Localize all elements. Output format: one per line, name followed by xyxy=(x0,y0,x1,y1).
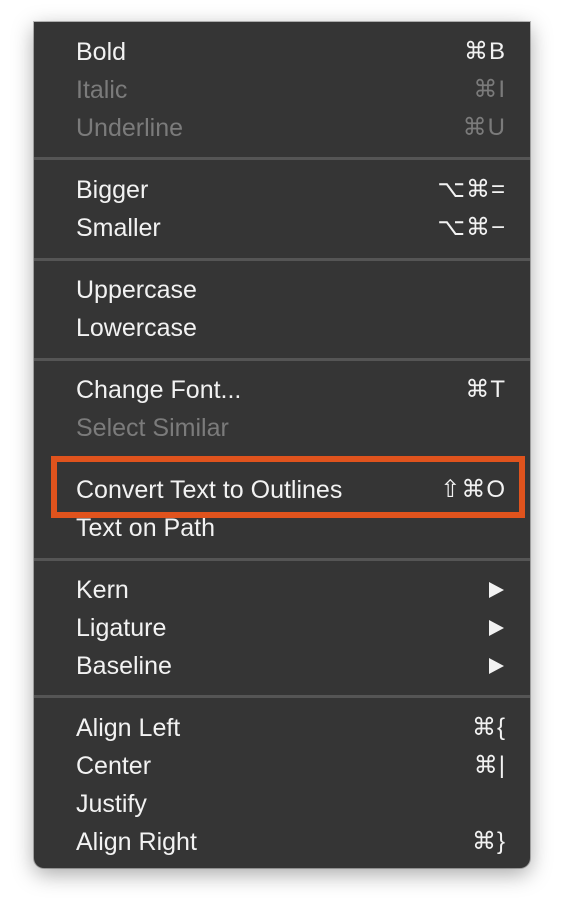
submenu-arrow-icon xyxy=(489,620,504,636)
menu-item-label: Underline xyxy=(76,114,184,142)
menu-item-italic: Italic ⌘I xyxy=(34,71,530,109)
menu-item-label: Italic xyxy=(76,76,128,104)
menu-item-lowercase[interactable]: Lowercase xyxy=(34,309,530,347)
submenu-arrow-icon xyxy=(489,582,504,598)
menu-item-label: Align Right xyxy=(76,828,197,856)
menu-item-shortcut: ⌘I xyxy=(473,76,506,103)
menu-separator xyxy=(34,157,530,160)
menu-item-label: Center xyxy=(76,752,152,780)
menu-item-label: Select Similar xyxy=(76,414,229,442)
menu-item-shortcut: ⌥⌘− xyxy=(437,214,506,241)
menu-item-select-similar: Select Similar xyxy=(34,409,530,447)
menu-item-label: Align Left xyxy=(76,714,181,742)
menu-item-align-left[interactable]: Align Left ⌘{ xyxy=(34,709,530,747)
menu-item-underline: Underline ⌘U xyxy=(34,109,530,147)
menu-item-shortcut: ⌘} xyxy=(471,828,506,855)
menu-separator xyxy=(34,258,530,261)
menu-item-align-right[interactable]: Align Right ⌘} xyxy=(34,823,530,861)
menu-item-justify[interactable]: Justify xyxy=(34,785,530,823)
menu-item-label: Baseline xyxy=(76,652,172,680)
menu-item-shortcut: ⌥⌘= xyxy=(437,176,506,203)
menu-item-shortcut: ⌘| xyxy=(473,752,506,779)
menu-item-shortcut: ⌘U xyxy=(462,114,506,141)
menu-item-label: Smaller xyxy=(76,214,161,242)
menu-item-change-font[interactable]: Change Font... ⌘T xyxy=(34,371,530,409)
format-text-menu: Bold ⌘B Italic ⌘I Underline ⌘U Bigger ⌥⌘… xyxy=(34,22,530,868)
menu-item-smaller[interactable]: Smaller ⌥⌘− xyxy=(34,209,530,247)
menu-item-kern[interactable]: Kern xyxy=(34,571,530,609)
menu-item-ligature[interactable]: Ligature xyxy=(34,609,530,647)
screenshot-stage: Bold ⌘B Italic ⌘I Underline ⌘U Bigger ⌥⌘… xyxy=(0,0,564,912)
menu-separator xyxy=(34,358,530,361)
menu-item-label: Uppercase xyxy=(76,276,197,304)
menu-item-label: Bold xyxy=(76,38,127,66)
menu-item-label: Ligature xyxy=(76,614,167,642)
submenu-arrow-icon xyxy=(489,658,504,674)
menu-item-bigger[interactable]: Bigger ⌥⌘= xyxy=(34,171,530,209)
menu-item-center[interactable]: Center ⌘| xyxy=(34,747,530,785)
menu-item-label: Lowercase xyxy=(76,314,197,342)
menu-item-shortcut: ⌘B xyxy=(463,38,506,65)
menu-item-shortcut: ⌘{ xyxy=(471,714,506,741)
menu-item-label: Change Font... xyxy=(76,376,242,404)
menu-item-shortcut: ⌘T xyxy=(465,376,506,403)
menu-item-baseline[interactable]: Baseline xyxy=(34,647,530,685)
menu-item-uppercase[interactable]: Uppercase xyxy=(34,271,530,309)
highlight-annotation-box xyxy=(51,456,525,518)
menu-item-label: Bigger xyxy=(76,176,149,204)
menu-item-bold[interactable]: Bold ⌘B xyxy=(34,33,530,71)
menu-item-label: Justify xyxy=(76,790,147,818)
menu-separator xyxy=(34,558,530,561)
menu-item-label: Kern xyxy=(76,576,129,604)
menu-separator xyxy=(34,695,530,698)
